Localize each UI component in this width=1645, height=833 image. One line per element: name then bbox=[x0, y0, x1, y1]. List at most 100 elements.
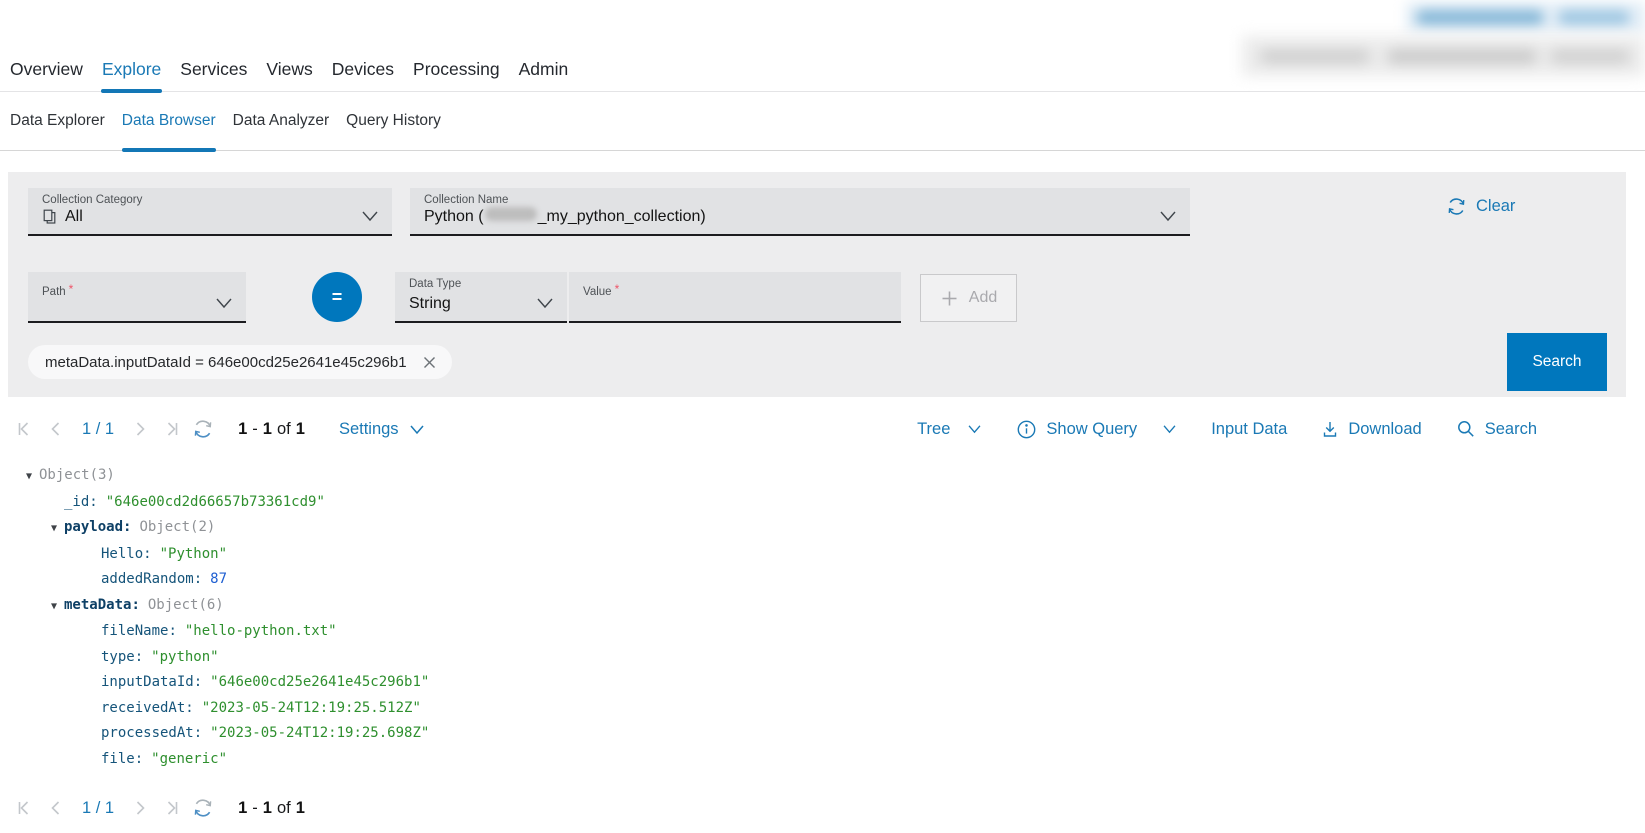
refresh-icon[interactable] bbox=[192, 797, 214, 819]
subnav-item-query-history[interactable]: Query History bbox=[346, 92, 441, 150]
path-select[interactable]: Path bbox=[28, 272, 246, 323]
collection-name-value: Python (_my_python_collection) bbox=[424, 207, 706, 226]
json-key: _id bbox=[64, 494, 98, 510]
json-row: receivedAt "2023-05-24T12:19:25.512Z" bbox=[0, 696, 429, 722]
collection-name-label: Collection Name bbox=[424, 194, 508, 206]
collapse-toggle-icon[interactable] bbox=[26, 464, 39, 490]
subnav-item-data-browser[interactable]: Data Browser bbox=[122, 92, 216, 150]
collection-category-label: Collection Category bbox=[42, 194, 142, 206]
json-key: type bbox=[101, 649, 143, 665]
chevron-down-icon bbox=[967, 424, 982, 434]
collapse-toggle-icon[interactable] bbox=[51, 594, 64, 620]
view-mode-dropdown[interactable]: Tree bbox=[917, 420, 982, 439]
download-icon bbox=[1321, 420, 1339, 439]
first-page-button[interactable] bbox=[14, 798, 34, 818]
download-link[interactable]: Download bbox=[1321, 420, 1421, 439]
path-label: Path bbox=[42, 286, 66, 298]
subnav-item-data-explorer[interactable]: Data Explorer bbox=[10, 92, 105, 150]
search-button[interactable]: Search bbox=[1507, 333, 1607, 391]
add-label: Add bbox=[969, 289, 997, 307]
json-tree-view: Object(3) _id"646e00cd2d66657b73361cd9" … bbox=[0, 463, 429, 772]
collapse-toggle-icon[interactable] bbox=[51, 516, 64, 542]
page-indicator[interactable]: 1 / 1 bbox=[82, 420, 114, 439]
filter-chip-text: metaData.inputDataId = 646e00cd25e2641e4… bbox=[45, 354, 407, 371]
result-search-link[interactable]: Search bbox=[1456, 419, 1537, 439]
json-value: "646e00cd25e2641e45c296b1" bbox=[210, 674, 429, 690]
value-label: Value bbox=[583, 286, 612, 298]
close-icon[interactable] bbox=[422, 355, 437, 370]
add-condition-button[interactable]: Add bbox=[920, 274, 1017, 322]
json-row: type "python" bbox=[0, 645, 429, 671]
previous-page-button[interactable] bbox=[46, 798, 66, 818]
nav-item-processing[interactable]: Processing bbox=[413, 48, 500, 91]
json-row: payloadObject(2) bbox=[0, 515, 429, 542]
first-page-button[interactable] bbox=[14, 419, 34, 439]
json-key: inputDataId bbox=[101, 674, 202, 690]
json-key: addedRandom bbox=[101, 571, 202, 587]
nav-item-explore[interactable]: Explore bbox=[102, 48, 161, 91]
redacted-prefix bbox=[485, 207, 537, 221]
json-row: _id "646e00cd2d66657b73361cd9" bbox=[0, 490, 429, 516]
collection-category-select[interactable]: Collection Category All bbox=[28, 188, 392, 236]
chevron-down-icon bbox=[1159, 210, 1177, 222]
query-filter-panel: Collection Category All Collection Name … bbox=[8, 172, 1626, 397]
json-value: "generic" bbox=[151, 751, 227, 767]
result-range: 1-1of1 bbox=[238, 420, 305, 439]
refresh-icon[interactable] bbox=[192, 418, 214, 440]
json-value: "python" bbox=[151, 649, 218, 665]
previous-page-button[interactable] bbox=[46, 419, 66, 439]
filter-chip: metaData.inputDataId = 646e00cd25e2641e4… bbox=[28, 345, 452, 379]
json-row: Hello"Python" bbox=[0, 542, 429, 568]
plus-icon bbox=[940, 289, 959, 308]
input-data-link[interactable]: Input Data bbox=[1211, 420, 1287, 439]
json-value: Object(3) bbox=[39, 467, 115, 483]
json-value: 87 bbox=[210, 571, 227, 587]
info-icon bbox=[1016, 419, 1037, 440]
json-value: Object(2) bbox=[139, 519, 215, 535]
collection-name-select[interactable]: Collection Name Python (_my_python_colle… bbox=[410, 188, 1190, 236]
download-label: Download bbox=[1348, 420, 1421, 439]
redacted-blob bbox=[1558, 10, 1630, 25]
last-page-button[interactable] bbox=[162, 798, 182, 818]
refresh-icon bbox=[1446, 196, 1467, 217]
json-value: "646e00cd2d66657b73361cd9" bbox=[106, 494, 325, 510]
nav-item-devices[interactable]: Devices bbox=[332, 48, 394, 91]
nav-item-admin[interactable]: Admin bbox=[519, 48, 569, 91]
value-input[interactable]: Value bbox=[569, 272, 901, 323]
main-nav: Overview Explore Services Views Devices … bbox=[0, 48, 1645, 92]
sub-nav: Data Explorer Data Browser Data Analyzer… bbox=[0, 92, 1645, 151]
next-page-button[interactable] bbox=[130, 798, 150, 818]
json-row: fileName"hello-python.txt" bbox=[0, 619, 429, 645]
json-key: file bbox=[101, 751, 143, 767]
json-key: metaData bbox=[64, 597, 140, 613]
operator-button[interactable]: = bbox=[312, 272, 362, 322]
page-indicator[interactable]: 1 / 1 bbox=[82, 799, 114, 818]
json-row: addedRandom 87 bbox=[0, 567, 429, 593]
input-data-label: Input Data bbox=[1211, 420, 1287, 439]
bottom-pagination: 1 / 1 1-1of1 bbox=[0, 792, 305, 824]
show-query-dropdown[interactable]: Show Query bbox=[1016, 419, 1177, 440]
nav-item-views[interactable]: Views bbox=[266, 48, 312, 91]
data-type-select[interactable]: Data Type String bbox=[395, 272, 567, 323]
json-key: receivedAt bbox=[101, 700, 194, 716]
json-value: Object(6) bbox=[148, 597, 224, 613]
nav-item-services[interactable]: Services bbox=[180, 48, 247, 91]
json-value: "2023-05-24T12:19:25.512Z" bbox=[202, 700, 421, 716]
next-page-button[interactable] bbox=[130, 419, 150, 439]
last-page-button[interactable] bbox=[162, 419, 182, 439]
json-row: processedAt"2023-05-24T12:19:25.698Z" bbox=[0, 721, 429, 747]
settings-label: Settings bbox=[339, 420, 399, 439]
json-row: Object(3) bbox=[0, 463, 429, 490]
json-value: "Python" bbox=[160, 546, 227, 562]
json-key: processedAt bbox=[101, 725, 202, 741]
settings-dropdown[interactable]: Settings bbox=[339, 420, 425, 439]
chevron-down-icon bbox=[215, 297, 233, 309]
json-value: "hello-python.txt" bbox=[185, 623, 337, 639]
clear-button[interactable]: Clear bbox=[1446, 196, 1515, 217]
results-toolbar: 1 / 1 1-1of1 Settings Tree bbox=[0, 410, 1645, 448]
result-range: 1-1of1 bbox=[238, 799, 305, 818]
chevron-down-icon bbox=[361, 210, 379, 222]
nav-item-overview[interactable]: Overview bbox=[10, 48, 83, 91]
redacted-user-links[interactable] bbox=[1406, 2, 1645, 33]
subnav-item-data-analyzer[interactable]: Data Analyzer bbox=[233, 92, 330, 150]
